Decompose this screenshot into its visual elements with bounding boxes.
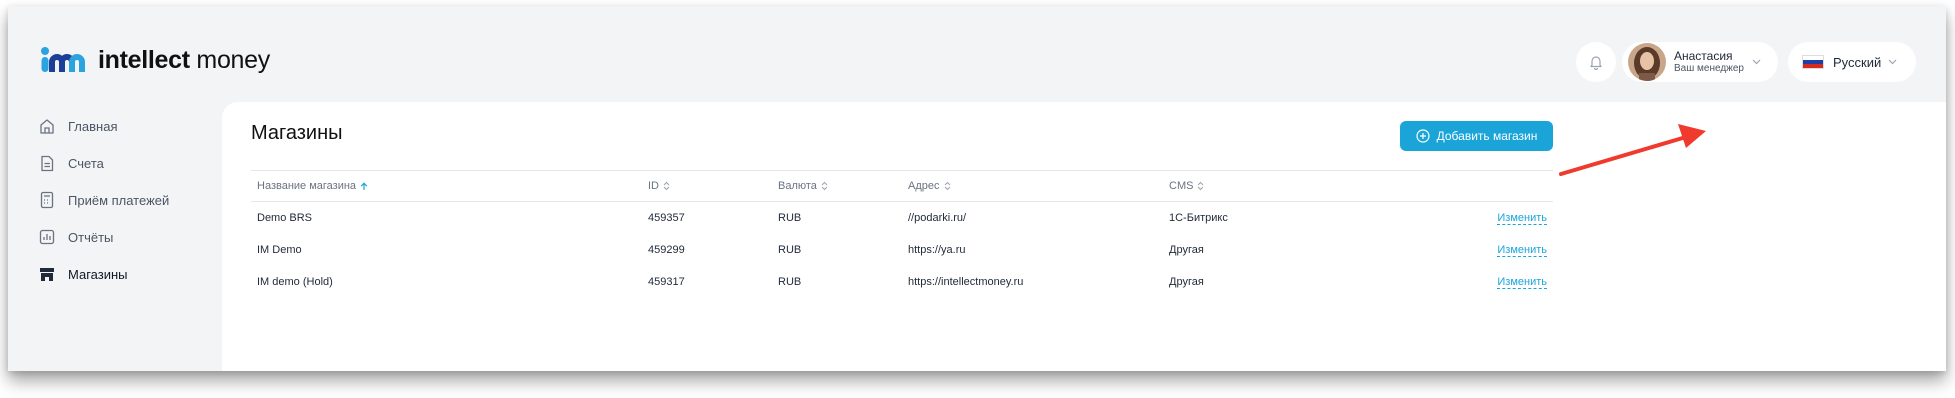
brand-logo[interactable]: intellect money	[40, 40, 270, 80]
store-address: //podarki.ru/	[908, 212, 967, 224]
column-header-id[interactable]: ID	[648, 180, 670, 192]
brand-logo-icon	[41, 47, 85, 72]
page-title: Магазины	[251, 122, 343, 144]
store-name: Demo BRS	[257, 212, 313, 224]
home-icon	[38, 116, 56, 136]
add-store-button-label: Добавить магазин	[1436, 129, 1538, 143]
edit-store-link[interactable]: Изменить	[1497, 212, 1547, 225]
column-header-cms[interactable]: CMS	[1169, 180, 1204, 192]
column-header-currency[interactable]: Валюта	[778, 180, 828, 192]
table-row: Demo BRS 459357 RUB //podarki.ru/ 1С-Бит…	[251, 202, 1553, 234]
ru-flag-icon	[1802, 55, 1824, 69]
table-row: IM Demo 459299 RUB https://ya.ru Другая …	[251, 234, 1553, 266]
chart-icon	[38, 227, 56, 247]
edit-store-link[interactable]: Изменить	[1497, 244, 1547, 257]
sort-icon	[821, 181, 828, 191]
notifications-button[interactable]	[1576, 42, 1616, 82]
sidebar-item-invoices[interactable]: Счета	[38, 151, 104, 175]
store-currency: RUB	[778, 244, 802, 256]
language-selector[interactable]: Русский	[1788, 42, 1916, 82]
store-currency: RUB	[778, 212, 802, 224]
sort-ascending-icon	[360, 181, 368, 190]
store-id: 459299	[648, 244, 685, 256]
sidebar-item-reports[interactable]: Отчёты	[38, 225, 113, 249]
sidebar-item-label: Главная	[68, 118, 118, 134]
brand-name: intellect money	[98, 45, 270, 74]
stores-table: Название магазина ID Валюта Адрес CMS De…	[251, 170, 1553, 298]
user-role: Ваш менеджер	[1674, 63, 1744, 75]
store-id: 459317	[648, 276, 685, 288]
store-currency: RUB	[778, 276, 802, 288]
store-name: IM Demo	[257, 244, 302, 256]
column-header-address[interactable]: Адрес	[908, 180, 951, 192]
store-cms: Другая	[1169, 276, 1204, 288]
store-id: 459357	[648, 212, 685, 224]
sidebar-item-home[interactable]: Главная	[38, 114, 117, 138]
store-address: https://ya.ru	[908, 244, 966, 256]
store-icon	[38, 264, 56, 284]
user-menu[interactable]: Анастасия Ваш менеджер	[1622, 42, 1778, 82]
terminal-icon	[38, 190, 56, 210]
screenshot-frame: intellect money Анастасия Ваш менеджер Р…	[8, 6, 1946, 371]
store-cms: Другая	[1169, 244, 1204, 256]
main-content-card: Магазины Добавить магазин Название магаз…	[222, 102, 1946, 371]
column-header-name[interactable]: Название магазина	[257, 180, 368, 192]
sidebar-item-label: Отчёты	[68, 229, 114, 245]
sidebar-item-label: Счета	[68, 155, 104, 171]
chevron-down-icon	[1752, 59, 1761, 65]
app-window: intellect money Анастасия Ваш менеджер Р…	[26, 24, 1946, 371]
sidebar-item-label: Приём платежей	[68, 192, 170, 208]
avatar	[1628, 43, 1666, 81]
add-store-button[interactable]: Добавить магазин	[1400, 121, 1553, 151]
table-header: Название магазина ID Валюта Адрес CMS	[251, 170, 1553, 202]
chevron-down-icon	[1888, 59, 1897, 65]
table-row: IM demo (Hold) 459317 RUB https://intell…	[251, 266, 1553, 298]
sort-icon	[663, 181, 670, 191]
plus-circle-icon	[1416, 129, 1430, 143]
sidebar-item-label: Магазины	[68, 266, 128, 282]
user-name: Анастасия	[1674, 48, 1733, 63]
sidebar-item-payments[interactable]: Приём платежей	[38, 188, 169, 212]
document-icon	[38, 153, 56, 173]
sort-icon	[944, 181, 950, 191]
store-address: https://intellectmoney.ru	[908, 276, 1024, 288]
sidebar-item-stores[interactable]: Магазины	[38, 262, 128, 286]
store-cms: 1С-Битрикс	[1169, 212, 1228, 224]
edit-store-link[interactable]: Изменить	[1497, 276, 1547, 289]
sort-icon	[1198, 181, 1204, 191]
bell-icon	[1590, 56, 1602, 70]
language-label: Русский	[1833, 54, 1882, 70]
store-name: IM demo (Hold)	[257, 276, 333, 288]
